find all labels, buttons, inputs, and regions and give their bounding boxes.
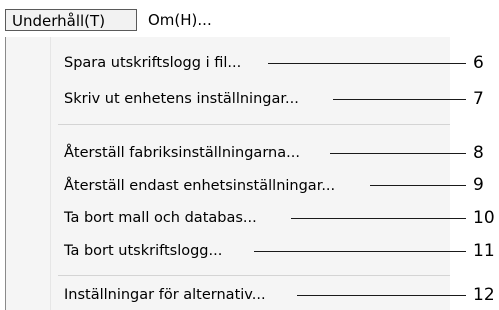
- menu-item-option-settings[interactable]: Inställningar för alternativ...: [64, 283, 266, 307]
- menu-bar: Underhåll(T) Om(H)...: [0, 0, 499, 38]
- menu-underhall[interactable]: Underhåll(T): [5, 9, 137, 31]
- menu-gutter-divider: [50, 37, 51, 310]
- callout-number: 12: [473, 285, 495, 305]
- menu-separator: [58, 124, 450, 125]
- menu-item-reset-device-settings[interactable]: Återställ endast enhetsinställningar...: [64, 174, 335, 198]
- callout-number: 6: [473, 53, 484, 73]
- menu-item-factory-reset[interactable]: Återställ fabriksinställningarna...: [64, 141, 300, 165]
- dropdown-menu: Spara utskriftslogg i fil... Skriv ut en…: [5, 37, 450, 310]
- callout-leader-line: [254, 251, 466, 252]
- menu-separator: [58, 275, 450, 276]
- callout-number: 7: [473, 89, 484, 109]
- callout-leader-line: [333, 99, 466, 100]
- callout-number: 10: [473, 208, 495, 228]
- menu-item-print-device-settings[interactable]: Skriv ut enhetens inställningar...: [64, 87, 299, 111]
- callout-leader-line: [370, 185, 466, 186]
- callout-leader-line: [297, 295, 466, 296]
- callout-number: 9: [473, 175, 484, 195]
- callout-number: 11: [473, 241, 495, 261]
- callout-leader-line: [291, 218, 466, 219]
- callout-leader-line: [268, 63, 466, 64]
- menu-item-delete-template-database[interactable]: Ta bort mall och databas...: [64, 206, 257, 230]
- menu-item-save-print-log[interactable]: Spara utskriftslogg i fil...: [64, 51, 241, 75]
- callout-leader-line: [330, 153, 466, 154]
- menu-om[interactable]: Om(H)...: [142, 9, 218, 31]
- callout-number: 8: [473, 143, 484, 163]
- menu-item-delete-print-log[interactable]: Ta bort utskriftslogg...: [64, 239, 222, 263]
